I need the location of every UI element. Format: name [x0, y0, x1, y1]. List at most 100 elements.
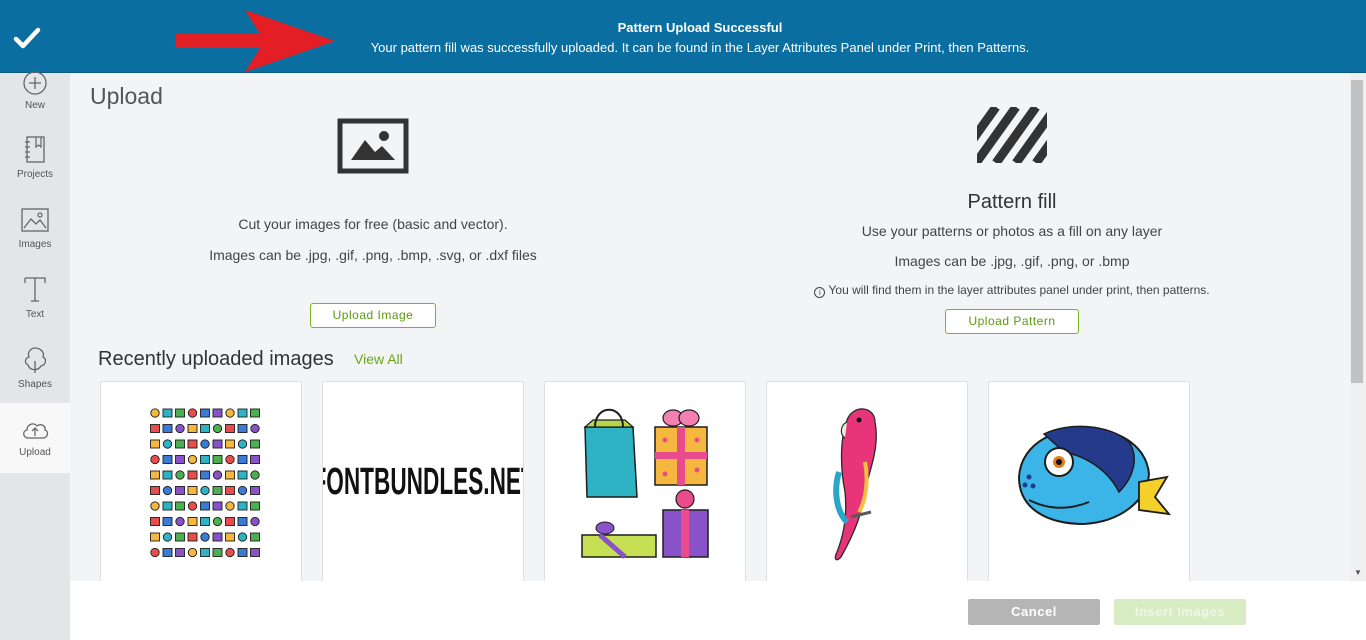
sidebar-item-upload[interactable]: Upload	[0, 403, 70, 473]
grid-icon	[225, 454, 235, 465]
grid-icon	[225, 532, 235, 542]
grid-icon	[250, 408, 260, 418]
grid-icon	[200, 439, 210, 449]
grid-icon	[212, 532, 223, 542]
cancel-button[interactable]: Cancel	[968, 599, 1100, 625]
info-icon: i	[814, 287, 826, 298]
scrollbar-thumb[interactable]	[1351, 80, 1363, 383]
grid-icon	[187, 547, 198, 558]
grid-icon	[225, 486, 235, 495]
grid-icon	[175, 470, 185, 480]
grid-icon	[162, 470, 173, 480]
grid-icon	[187, 424, 198, 433]
grid-icon	[150, 439, 160, 449]
banner-title: Pattern Upload Successful	[617, 20, 783, 35]
pattern-fill-note: i You will find them in the layer attrib…	[792, 283, 1232, 298]
recent-uploads-title: Recently uploaded images	[98, 348, 334, 370]
icon-grid-thumbnail[interactable]	[100, 381, 302, 581]
grid-icon	[200, 455, 210, 464]
image-icon	[21, 208, 49, 232]
grid-icon	[225, 470, 235, 480]
fish-image	[1017, 425, 1172, 526]
grid-icon	[187, 517, 198, 526]
grid-icon	[237, 455, 248, 464]
grid-icon	[175, 501, 185, 511]
grid-icon	[237, 424, 248, 433]
grid-icon	[250, 501, 260, 511]
insert-images-button[interactable]: Insert Images	[1114, 599, 1246, 625]
grid-icon	[225, 424, 235, 433]
sidebar-item-images[interactable]: Images	[0, 205, 70, 275]
image-upload-desc: Cut your images for free (basic and vect…	[238, 216, 508, 232]
icon-grid-image	[150, 408, 260, 558]
upload-image-button[interactable]: Upload Image	[309, 303, 437, 328]
gifts-thumbnail[interactable]	[544, 381, 746, 581]
grid-icon	[250, 423, 260, 434]
grid-icon	[237, 501, 248, 511]
parrot-thumbnail[interactable]	[766, 381, 968, 581]
grid-icon	[175, 532, 185, 542]
grid-icon	[175, 455, 185, 464]
grid-icon	[250, 470, 260, 480]
left-sidebar: New Projects Images Text Shapes Upload	[0, 71, 70, 640]
grid-icon	[237, 408, 248, 418]
fontbundles-thumbnail[interactable]: FONTBUNDLES.NET	[322, 381, 524, 581]
upload-pattern-button[interactable]: Upload Pattern	[945, 309, 1079, 334]
sidebar-item-label: New	[24, 100, 45, 111]
fontbundles-logo: FONTBUNDLES.NET	[323, 460, 524, 502]
sidebar-item-label: Shapes	[18, 379, 52, 390]
grid-icon	[237, 439, 248, 449]
grid-icon	[237, 485, 248, 496]
grid-icon	[237, 470, 248, 480]
pattern-fill-title: Pattern fill	[967, 191, 1057, 213]
image-upload-formats: Images can be .jpg, .gif, .png, .bmp, .s…	[209, 247, 537, 263]
sidebar-item-projects[interactable]: Projects	[0, 135, 70, 205]
grid-icon	[200, 408, 210, 418]
image-upload-section: Cut your images for free (basic and vect…	[193, 113, 553, 328]
grid-icon	[237, 517, 248, 526]
cloud-upload-icon	[23, 423, 49, 439]
grid-icon	[150, 532, 160, 542]
grid-icon	[162, 485, 173, 496]
plus-circle-icon	[23, 71, 47, 95]
grid-icon	[212, 439, 223, 449]
grid-icon	[150, 501, 160, 511]
sidebar-item-text[interactable]: Text	[0, 275, 70, 345]
grid-icon	[237, 548, 248, 557]
grid-icon	[225, 439, 235, 449]
grid-icon	[212, 408, 223, 418]
grid-icon	[162, 424, 173, 433]
grid-icon	[212, 423, 223, 434]
grid-icon	[200, 517, 210, 526]
grid-icon	[162, 439, 173, 449]
fish-thumbnail[interactable]	[988, 381, 1190, 581]
grid-icon	[200, 424, 210, 433]
grid-icon	[212, 516, 223, 527]
grid-icon	[150, 408, 160, 418]
grid-icon	[250, 548, 260, 557]
grid-icon	[150, 470, 160, 480]
sidebar-item-label: Text	[25, 309, 45, 320]
view-all-link[interactable]: View All	[354, 351, 403, 367]
grid-icon	[162, 455, 173, 464]
scroll-down-arrow-icon[interactable]: ▼	[1350, 566, 1366, 580]
sidebar-item-new[interactable]: New	[0, 71, 70, 143]
grid-icon	[200, 501, 210, 511]
grid-icon	[225, 517, 235, 526]
sidebar-item-label: Upload	[19, 447, 51, 458]
grid-icon	[187, 408, 198, 418]
grid-icon	[162, 408, 173, 418]
grid-icon	[212, 486, 223, 495]
grid-icon	[212, 501, 223, 511]
grid-icon	[187, 486, 198, 495]
grid-icon	[200, 470, 210, 480]
fontbundles-text: FONTBUNDLES.NET	[323, 460, 524, 502]
grid-icon	[162, 532, 173, 542]
grid-icon	[250, 439, 260, 449]
grid-icon	[162, 548, 173, 557]
grid-icon	[250, 516, 260, 527]
grid-icon	[175, 439, 185, 449]
grid-icon	[225, 408, 235, 418]
grid-icon	[187, 470, 198, 480]
dialog-footer: Cancel Insert Images	[70, 581, 1366, 640]
